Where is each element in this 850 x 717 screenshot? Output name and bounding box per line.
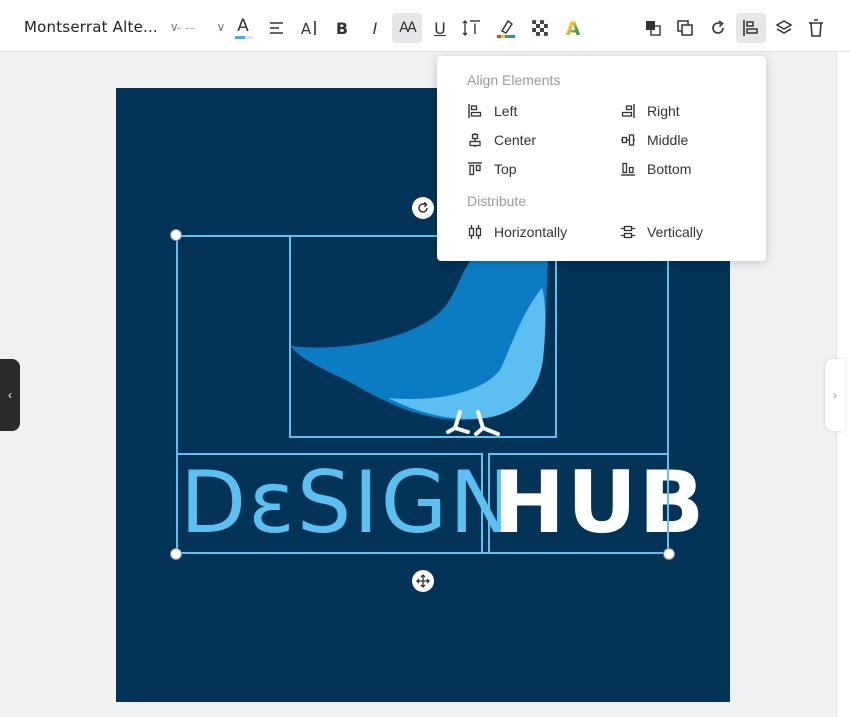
rotate-handle[interactable] [412, 197, 434, 219]
distribute-vertically-option[interactable]: Vertically [620, 221, 703, 243]
align-top-label: Top [494, 161, 517, 177]
align-top-option[interactable]: Top [467, 158, 517, 180]
design-editor: Montserrat Alte... ∨ -- -- ∨ A A B I AA … [0, 0, 850, 717]
resize-handle-bottom-left[interactable] [170, 548, 182, 560]
distribute-horizontally-option[interactable]: Horizontally [467, 221, 567, 243]
align-right-option[interactable]: Right [620, 100, 680, 122]
move-icon [416, 574, 430, 588]
distribute-heading: Distribute [467, 193, 527, 209]
align-center-option[interactable]: Center [467, 129, 536, 151]
bird-selection-frame [289, 235, 557, 438]
distribute-horizontally-label: Horizontally [494, 224, 568, 240]
resize-handle-top-left[interactable] [170, 229, 182, 241]
align-bottom-label: Bottom [647, 161, 692, 177]
align-elements-menu: Align Elements Left Right Center Middle [437, 56, 766, 261]
align-middle-icon [620, 132, 636, 148]
move-handle[interactable] [412, 570, 434, 592]
resize-handle-bottom-right[interactable] [663, 548, 675, 560]
align-center-label: Center [494, 132, 537, 148]
align-bottom-icon [620, 161, 636, 177]
align-center-icon [467, 132, 483, 148]
align-right-label: Right [647, 103, 680, 119]
distribute-vertically-label: Vertically [647, 224, 704, 240]
hub-selection-frame [488, 453, 669, 554]
align-middle-label: Middle [647, 132, 689, 148]
align-left-option[interactable]: Left [467, 100, 517, 122]
align-bottom-option[interactable]: Bottom [620, 158, 691, 180]
align-top-icon [467, 161, 483, 177]
align-left-icon [467, 103, 483, 119]
rotate-icon [418, 201, 428, 213]
design-selection-frame [176, 453, 483, 554]
align-elements-heading: Align Elements [467, 72, 561, 88]
align-middle-option[interactable]: Middle [620, 129, 688, 151]
distribute-horizontal-icon [467, 224, 483, 240]
align-right-icon [620, 103, 636, 119]
align-left-label: Left [494, 103, 518, 119]
distribute-vertical-icon [620, 224, 636, 240]
